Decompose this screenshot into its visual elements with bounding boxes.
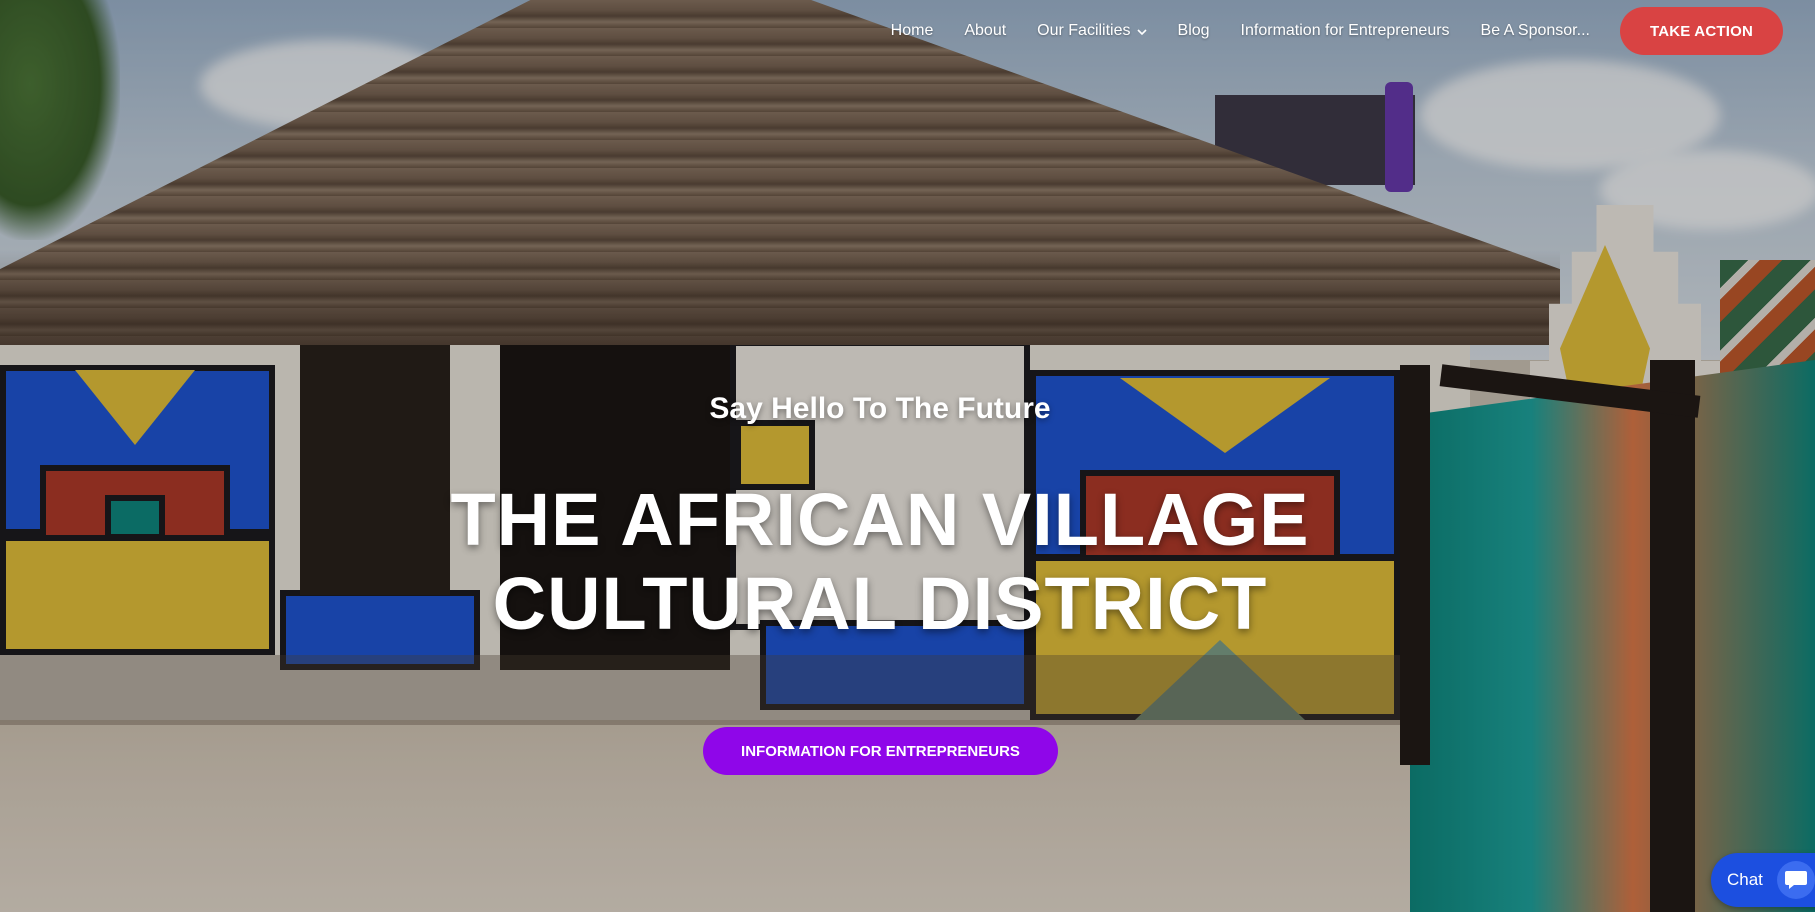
nav-link-label: About bbox=[964, 22, 1007, 39]
nav-link-label: Be A Sponsor... bbox=[1480, 22, 1590, 39]
nav-item-our-facilities: Our Facilities bbox=[1037, 22, 1147, 40]
main-navigation: Home About Our Facilities Blog Informati… bbox=[891, 0, 1815, 62]
nav-item-blog: Blog bbox=[1178, 22, 1210, 40]
nav-item-information-for-entrepreneurs: Information for Entrepreneurs bbox=[1241, 22, 1450, 40]
nav-link-information-for-entrepreneurs[interactable]: Information for Entrepreneurs bbox=[1241, 22, 1450, 40]
nav-item-about: About bbox=[964, 22, 1006, 40]
chat-bubble-icon bbox=[1776, 861, 1815, 899]
information-for-entrepreneurs-button[interactable]: INFORMATION FOR ENTREPRENEURS bbox=[703, 727, 1058, 775]
hero-headline: THE AFRICAN VILLAGE CULTURAL DISTRICT bbox=[0, 478, 1760, 646]
nav-menu: Home About Our Facilities Blog Informati… bbox=[891, 22, 1590, 40]
take-action-button[interactable]: TAKE ACTION bbox=[1619, 7, 1783, 55]
hero-background bbox=[0, 0, 1815, 912]
nav-link-label: Blog bbox=[1177, 22, 1210, 39]
chevron-down-icon bbox=[1136, 28, 1147, 35]
nav-item-home: Home bbox=[891, 22, 934, 40]
dark-overlay bbox=[0, 0, 1815, 912]
nav-item-be-a-sponsor: Be A Sponsor... bbox=[1481, 22, 1590, 40]
nav-link-label: Information for Entrepreneurs bbox=[1240, 22, 1450, 39]
nav-link-label: Home bbox=[890, 22, 934, 39]
nav-link-label: Our Facilities bbox=[1037, 22, 1131, 39]
nav-link-home[interactable]: Home bbox=[891, 22, 934, 40]
nav-link-be-a-sponsor[interactable]: Be A Sponsor... bbox=[1481, 22, 1590, 40]
chat-label: Chat bbox=[1727, 870, 1763, 889]
chat-widget-button[interactable]: Chat bbox=[1711, 853, 1815, 907]
nav-link-blog[interactable]: Blog bbox=[1178, 22, 1210, 40]
nav-link-about[interactable]: About bbox=[964, 22, 1006, 40]
hero-headline-line1: THE AFRICAN VILLAGE bbox=[450, 478, 1310, 561]
nav-link-our-facilities[interactable]: Our Facilities bbox=[1037, 22, 1147, 40]
hero-eyebrow: Say Hello To The Future bbox=[709, 392, 1051, 425]
hero-headline-line2: CULTURAL DISTRICT bbox=[492, 562, 1268, 645]
